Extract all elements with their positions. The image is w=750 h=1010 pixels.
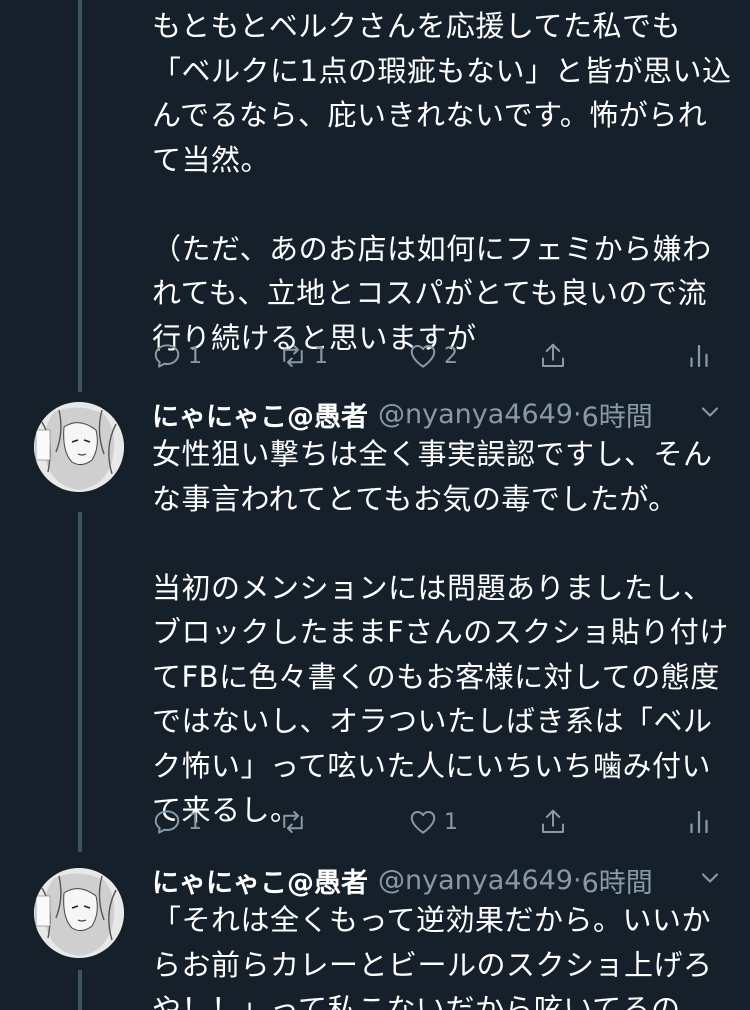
tweet-time[interactable]: 6時間 <box>582 861 653 900</box>
reply-button[interactable]: 1 <box>152 336 202 376</box>
user-handle[interactable]: @nyanya4649 <box>378 399 573 430</box>
thread-line <box>78 970 82 1010</box>
avatar-image <box>34 868 124 958</box>
thread-line <box>78 512 82 852</box>
separator-dot: · <box>573 398 582 430</box>
display-name[interactable]: にゃにゃこ@愚者 <box>152 861 368 900</box>
retweet-icon <box>283 811 303 833</box>
reply-button[interactable]: 1 <box>152 802 202 842</box>
user-handle[interactable]: @nyanya4649 <box>378 865 573 896</box>
display-name[interactable]: にゃにゃこ@愚者 <box>152 395 368 434</box>
chevron-down-icon[interactable] <box>696 398 724 426</box>
share-button[interactable] <box>538 802 568 842</box>
analytics-icon <box>690 344 708 368</box>
reply-count: 1 <box>188 809 202 835</box>
chevron-down-icon[interactable] <box>696 864 724 892</box>
tweet-text: 女性狙い撃ちは全く事実誤認ですし、そんな事言われてとてもお気の毒でしたが。 当初… <box>152 437 729 827</box>
like-count: 1 <box>444 809 458 835</box>
tweet-header: にゃにゃこ@愚者 @nyanya4649 · 6時間 <box>152 394 732 434</box>
avatar[interactable] <box>34 402 124 492</box>
tweet-actions: 1 1 2 <box>152 336 722 376</box>
reply-icon <box>154 344 180 368</box>
retweet-count: 1 <box>314 343 328 369</box>
heart-icon <box>410 811 436 834</box>
like-button[interactable]: 1 <box>408 802 458 842</box>
share-button[interactable] <box>538 336 568 376</box>
avatar[interactable] <box>34 868 124 958</box>
thread-line <box>78 0 82 392</box>
like-count: 2 <box>444 343 458 369</box>
heart-icon <box>410 345 436 368</box>
share-icon <box>542 343 564 367</box>
reply-count: 1 <box>188 343 202 369</box>
share-icon <box>542 809 564 833</box>
avatar-image <box>34 402 124 492</box>
separator-dot: · <box>573 864 582 896</box>
analytics-icon <box>690 810 708 834</box>
tweet-text: もともとベルクさんを応援してた私でも「ベルクに1点の瑕疵もない」と皆が思い込んで… <box>152 9 732 355</box>
tweet-time[interactable]: 6時間 <box>582 395 653 434</box>
retweet-button[interactable] <box>278 802 314 842</box>
tweet-actions: 1 1 <box>152 802 722 842</box>
retweet-icon <box>283 345 303 367</box>
analytics-button[interactable] <box>684 336 714 376</box>
tweet-text: 「それは全くもって逆効果だから。いいからお前らカレーとビールのスクショ上げろや！… <box>152 903 713 1010</box>
reply-icon <box>154 810 180 834</box>
retweet-button[interactable]: 1 <box>278 336 328 376</box>
like-button[interactable]: 2 <box>408 336 458 376</box>
tweet-header: にゃにゃこ@愚者 @nyanya4649 · 6時間 <box>152 860 732 900</box>
analytics-button[interactable] <box>684 802 714 842</box>
